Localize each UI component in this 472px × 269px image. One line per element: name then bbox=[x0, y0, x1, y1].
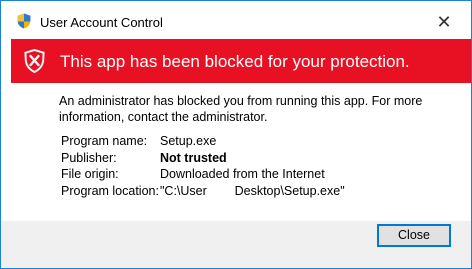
detail-value: Downloaded from the Internet bbox=[160, 167, 325, 181]
detail-label: Publisher: bbox=[61, 150, 117, 165]
uac-dialog: User Account Control ✕ This app has been… bbox=[0, 0, 472, 269]
uac-shield-icon bbox=[17, 13, 31, 29]
detail-label: Program name: bbox=[61, 134, 148, 148]
blocked-banner: This app has been blocked for your prote… bbox=[11, 39, 471, 83]
detail-row-file-origin: File origin: Downloaded from the Interne… bbox=[61, 166, 345, 183]
window-title: User Account Control bbox=[40, 15, 163, 30]
title-bar[interactable]: User Account Control ✕ bbox=[1, 1, 471, 37]
dialog-content: An administrator has blocked you from ru… bbox=[11, 83, 471, 221]
detail-row-publisher: Publisher: Not trusted bbox=[61, 150, 345, 167]
shield-x-icon bbox=[24, 49, 45, 73]
admin-message: An administrator has blocked you from ru… bbox=[59, 94, 423, 124]
detail-label: Program location: bbox=[61, 183, 159, 198]
detail-row-program-location: Program location: "C:\User Desktop\Setup… bbox=[61, 183, 345, 200]
detail-label: File origin: bbox=[61, 167, 119, 181]
close-button[interactable]: Close bbox=[377, 224, 451, 247]
detail-value: Not trusted bbox=[160, 150, 227, 165]
detail-value: Setup.exe bbox=[160, 134, 217, 148]
program-details: Program name: Setup.exe Publisher: Not t… bbox=[61, 133, 345, 199]
banner-text: This app has been blocked for your prote… bbox=[60, 52, 410, 71]
close-icon[interactable]: ✕ bbox=[431, 9, 457, 35]
detail-row-program-name: Program name: Setup.exe bbox=[61, 133, 345, 150]
detail-value: "C:\User Desktop\Setup.exe" bbox=[160, 183, 345, 198]
dialog-footer: Close bbox=[1, 221, 471, 268]
